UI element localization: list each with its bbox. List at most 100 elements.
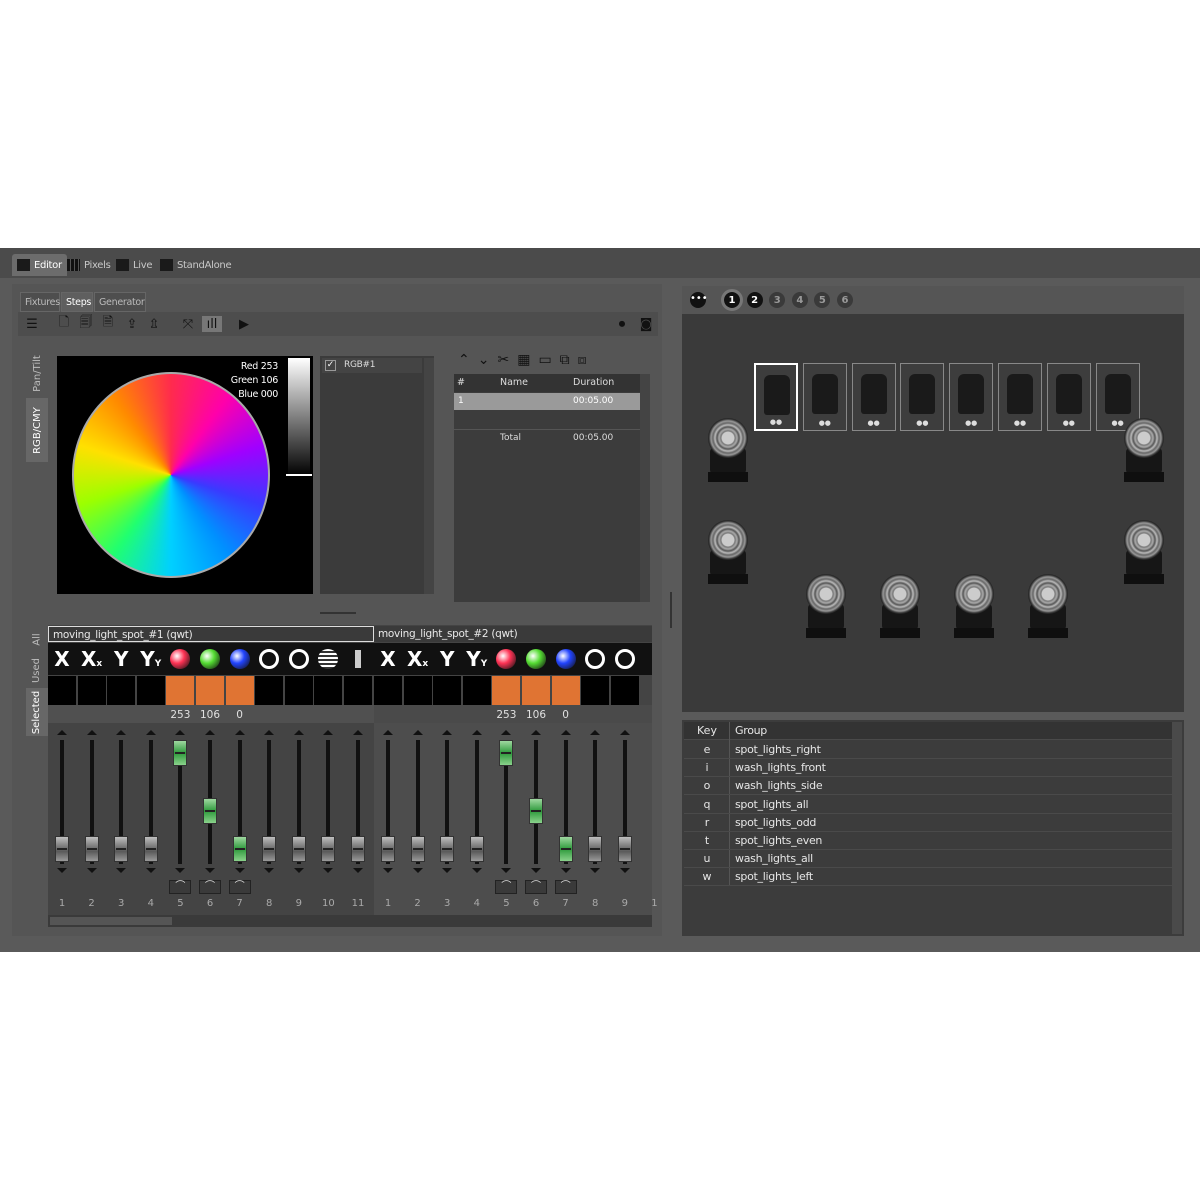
fader-knob[interactable]	[588, 836, 603, 862]
spot-fixture[interactable]: ●●	[802, 363, 847, 431]
channel-fader[interactable]: ⌒	[196, 728, 224, 896]
subtab-generator[interactable]: Generator	[94, 292, 146, 312]
fade-curve-icon[interactable]: ⌒	[554, 880, 577, 894]
wash-fixture[interactable]	[874, 574, 926, 644]
spot-fixture[interactable]: ●●	[851, 363, 896, 431]
fader-knob[interactable]	[55, 836, 69, 862]
fader-knob[interactable]	[291, 836, 306, 862]
tab-pixels[interactable]: Pixels	[62, 254, 116, 276]
calendar-icon[interactable]: ▦	[517, 352, 538, 368]
link-icon[interactable]: ⤧	[180, 316, 196, 332]
blackout-icon[interactable]: ◙	[638, 316, 654, 332]
side-tab-rgb-cmy[interactable]: RGB/CMY	[26, 398, 48, 462]
group-row[interactable]: r spot_lights_odd	[684, 814, 1172, 832]
fader-down-icon[interactable]	[264, 868, 275, 873]
window-icon[interactable]: ▭	[538, 352, 559, 368]
group-row[interactable]: e spot_lights_right	[684, 741, 1172, 759]
fade-curve-icon[interactable]: ⌒	[525, 880, 547, 894]
channel-level[interactable]	[433, 676, 462, 705]
group-row[interactable]: w spot_lights_left	[684, 868, 1172, 887]
channel-fader[interactable]	[433, 728, 461, 896]
fader-knob[interactable]	[499, 740, 514, 766]
wash-fixture[interactable]	[948, 574, 1000, 644]
fader-knob[interactable]	[173, 740, 188, 766]
channel-fader[interactable]: ⌒	[552, 728, 580, 896]
channel-level[interactable]	[344, 676, 372, 705]
fader-up-icon[interactable]	[264, 730, 275, 735]
side-tab-selected[interactable]: Selected	[26, 688, 48, 736]
copy-step-icon[interactable]: 🗐	[78, 315, 94, 332]
intensity-marker[interactable]	[286, 474, 312, 476]
side-tab-all[interactable]: All	[26, 626, 48, 652]
fader-knob[interactable]	[143, 836, 158, 862]
channel-level[interactable]	[48, 676, 76, 705]
channel-fader[interactable]	[78, 728, 106, 896]
fade-curve-icon[interactable]: ⌒	[199, 880, 221, 894]
preset-scrollbar[interactable]	[424, 358, 434, 594]
more-options-icon[interactable]: •••	[690, 292, 708, 308]
bars-icon[interactable]: ıll	[202, 316, 222, 332]
tab-editor[interactable]: Editor	[12, 254, 67, 276]
fader-down-icon[interactable]	[383, 868, 393, 873]
import-icon[interactable]: ⇫	[146, 316, 162, 332]
fader-up-icon[interactable]	[175, 730, 186, 735]
play-icon[interactable]: ▶	[236, 316, 252, 332]
spot-fixture[interactable]: ●●	[900, 363, 945, 431]
fader-knob[interactable]	[84, 836, 99, 862]
channel-fader[interactable]: ⌒	[492, 728, 520, 896]
preset-item[interactable]: RGB#1	[322, 358, 422, 373]
intensity-bar[interactable]	[288, 358, 310, 476]
channel-level[interactable]	[255, 676, 284, 705]
channel-fader[interactable]	[611, 728, 639, 896]
record-icon[interactable]: ⏺	[614, 316, 630, 332]
subtab-steps[interactable]: Steps	[61, 292, 93, 312]
channel-level[interactable]	[284, 676, 313, 705]
fader-knob[interactable]	[469, 836, 484, 862]
fader-down-icon[interactable]	[531, 868, 541, 873]
channel-level[interactable]	[314, 676, 343, 705]
channel-level[interactable]	[462, 676, 491, 705]
fader-up-icon[interactable]	[293, 730, 304, 735]
group-row[interactable]: t spot_lights_even	[684, 832, 1172, 850]
scene-button-1[interactable]: 1	[721, 289, 743, 311]
side-tab-used[interactable]: Used	[26, 654, 48, 686]
fader-down-icon[interactable]	[175, 868, 186, 873]
fader-up-icon[interactable]	[323, 730, 334, 735]
channel-fader[interactable]: ⌒	[166, 728, 194, 896]
splitter-handle[interactable]	[320, 612, 356, 614]
fader-down-icon[interactable]	[323, 868, 334, 873]
fader-up-icon[interactable]	[57, 730, 67, 735]
channel-level[interactable]	[136, 676, 165, 705]
fade-curve-icon[interactable]: ⌒	[228, 880, 251, 894]
fader-up-icon[interactable]	[531, 730, 541, 735]
fader-up-icon[interactable]	[560, 730, 571, 735]
scene-button-4[interactable]: 4	[791, 292, 808, 308]
channel-fader[interactable]	[107, 728, 135, 896]
wash-fixture[interactable]	[1022, 574, 1074, 644]
fader-up-icon[interactable]	[471, 730, 482, 735]
fader-up-icon[interactable]	[86, 730, 97, 735]
group-row[interactable]: u wash_lights_all	[684, 850, 1172, 869]
channel-fader[interactable]	[463, 728, 491, 896]
channel-level[interactable]	[374, 676, 402, 705]
channel-level[interactable]	[581, 676, 610, 705]
tab-live[interactable]: Live	[111, 254, 157, 276]
channel-level[interactable]	[107, 676, 136, 705]
new-step-icon[interactable]: 🗋	[56, 315, 72, 332]
fader-down-icon[interactable]	[293, 868, 304, 873]
fader-knob[interactable]	[381, 836, 395, 862]
channel-fader[interactable]	[255, 728, 283, 896]
spot-fixture[interactable]: ●●	[754, 363, 798, 431]
merge-icon[interactable]: ⧈	[578, 352, 595, 368]
fader-up-icon[interactable]	[353, 730, 363, 735]
move-down-icon[interactable]: ⌄	[478, 352, 498, 368]
color-wheel[interactable]	[72, 372, 270, 578]
fader-down-icon[interactable]	[145, 868, 156, 873]
fader-down-icon[interactable]	[560, 868, 571, 873]
fader-up-icon[interactable]	[205, 730, 215, 735]
fader-knob[interactable]	[321, 836, 336, 862]
channel-group-1[interactable]: moving_light_spot_#1 (qwt)	[48, 626, 374, 642]
fader-knob[interactable]	[203, 798, 217, 824]
fader-knob[interactable]	[529, 798, 543, 824]
fader-down-icon[interactable]	[205, 868, 215, 873]
